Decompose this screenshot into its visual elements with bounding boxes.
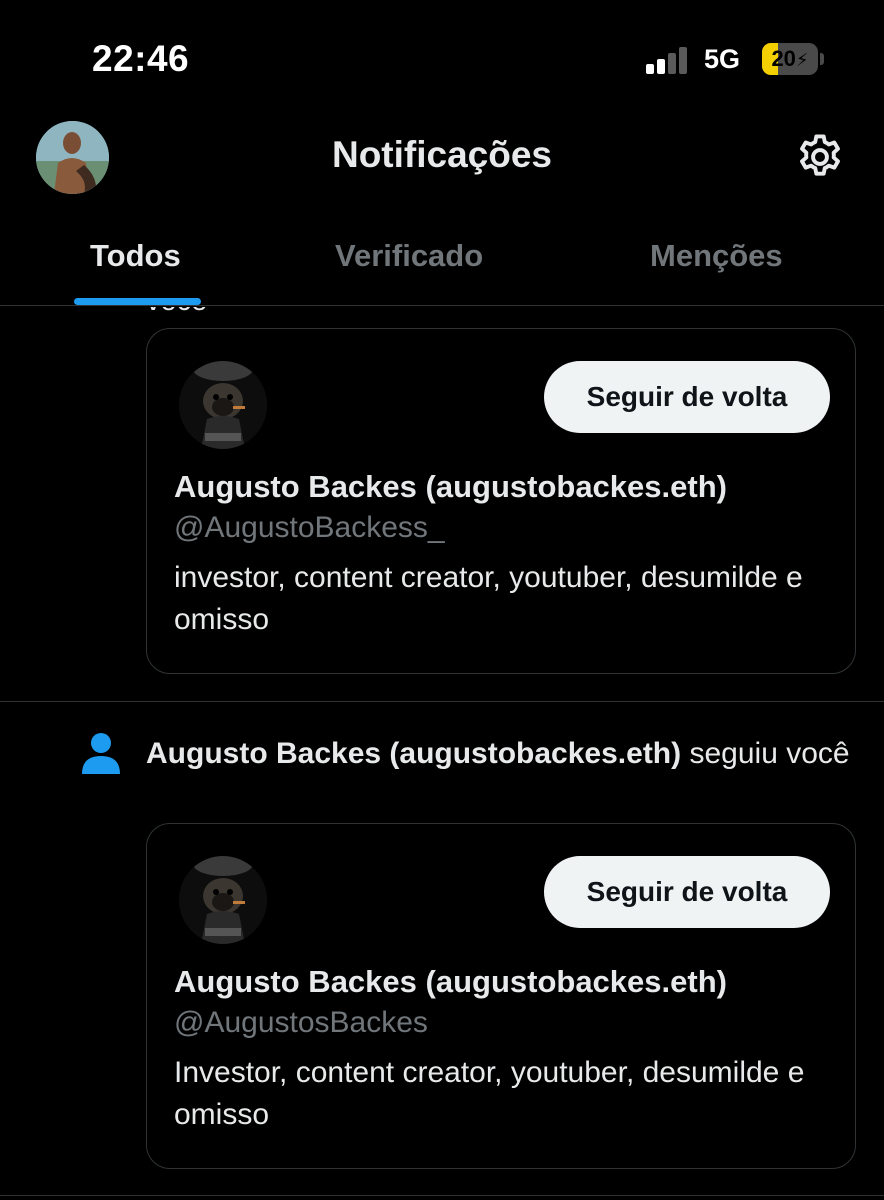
card-bio: Investor, content creator, youtuber, des…	[174, 1056, 805, 1131]
pug-avatar[interactable]	[179, 361, 267, 449]
battery-tip	[820, 53, 824, 65]
follow-back-button[interactable]: Seguir de volta	[544, 856, 830, 928]
divider	[0, 701, 884, 702]
user-card[interactable]: Seguir de volta Augusto Backes (augustob…	[146, 328, 856, 674]
follow-back-button[interactable]: Seguir de volta	[544, 361, 830, 433]
page-title: Notificações	[331, 134, 552, 175]
battery-level: 20⚡	[771, 46, 809, 71]
divider	[0, 1195, 884, 1196]
tab-todos[interactable]: Todos	[90, 238, 181, 274]
person-icon	[80, 732, 122, 774]
card-handle: @AugustoBackess_	[174, 511, 445, 544]
card-display-name[interactable]: Augusto Backes (augustobackes.eth)	[174, 469, 727, 505]
notification-text[interactable]: Augusto Backes (augustobackes.eth) segui…	[146, 732, 856, 776]
notification-tabs: Todos Verificado Menções	[0, 210, 884, 306]
signal-icon	[646, 46, 690, 74]
status-bar: 22:46 5G 20⚡	[0, 0, 884, 120]
active-tab-indicator	[74, 298, 201, 305]
card-handle: @AugustosBackes	[174, 1006, 428, 1039]
battery-icon: 20⚡	[762, 43, 818, 75]
notification-actor[interactable]: Augusto Backes (augustobackes.eth)	[146, 737, 681, 770]
pug-avatar[interactable]	[179, 856, 267, 944]
card-display-name[interactable]: Augusto Backes (augustobackes.eth)	[174, 964, 727, 1000]
card-bio: investor, content creator, youtuber, des…	[174, 561, 803, 636]
gear-icon[interactable]	[794, 131, 846, 183]
tab-verificado[interactable]: Verificado	[335, 238, 483, 274]
tab-mencoes[interactable]: Menções	[650, 238, 783, 274]
notification-action: seguiu você	[689, 737, 850, 770]
cut-off-text: você	[146, 307, 207, 318]
user-card[interactable]: Seguir de volta Augusto Backes (augustob…	[146, 823, 856, 1169]
notifications-feed[interactable]: você Seguir de volta Augusto Backes (aug…	[0, 307, 884, 1200]
status-time: 22:46	[92, 38, 190, 79]
network-type: 5G	[704, 44, 741, 74]
